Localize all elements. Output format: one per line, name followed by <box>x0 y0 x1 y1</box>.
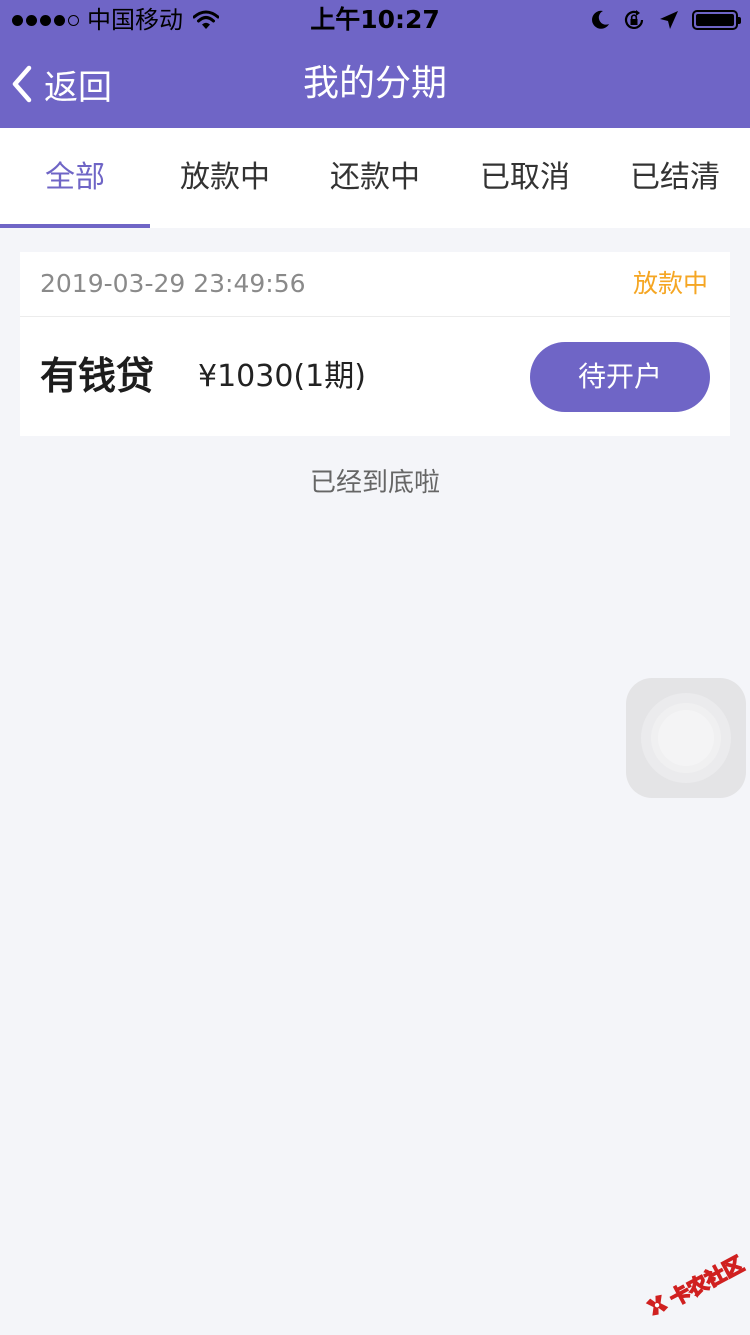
assistive-touch-dot <box>658 710 714 766</box>
location-arrow-icon <box>660 11 678 29</box>
header: 中国移动 上午10:27 返回 我的分期 <box>0 0 750 128</box>
page-title: 我的分期 <box>302 63 447 104</box>
status-right <box>590 6 741 34</box>
end-of-list-text: 已经到底啦 <box>309 468 440 498</box>
navigation-bar: 返回 我的分期 <box>0 40 750 128</box>
tab-settled[interactable]: 已结清 <box>600 128 750 228</box>
battery-fill <box>696 14 734 26</box>
filter-tabs: 全部 放款中 还款中 已取消 已结清 <box>0 128 750 228</box>
watermark: 卡农社区 <box>634 1235 750 1334</box>
assistive-touch-ring <box>651 703 721 773</box>
loan-amount: ¥1030(1期) <box>198 359 366 394</box>
battery-icon <box>692 10 741 30</box>
assistive-touch-ring <box>641 693 731 783</box>
order-card-body: 有钱贷 ¥1030(1期) 待开户 <box>20 317 730 436</box>
open-account-button[interactable]: 待开户 <box>530 342 710 412</box>
tab-cancelled[interactable]: 已取消 <box>450 128 600 228</box>
order-card-header: 2019-03-29 23:49:56 放款中 <box>20 252 730 317</box>
order-date: 2019-03-29 23:49:56 <box>40 269 306 298</box>
watermark-text: 卡农社区 <box>665 1251 748 1311</box>
order-card[interactable]: 2019-03-29 23:49:56 放款中 有钱贷 ¥1030(1期) 待开… <box>20 252 730 436</box>
status-bar: 中国移动 上午10:27 <box>0 0 750 40</box>
tab-repaying[interactable]: 还款中 <box>300 128 450 228</box>
tab-disbursing[interactable]: 放款中 <box>150 128 300 228</box>
order-status-badge: 放款中 <box>632 269 708 298</box>
assistive-touch-button[interactable] <box>626 678 746 798</box>
tab-all[interactable]: 全部 <box>0 128 150 228</box>
rotation-lock-icon <box>624 10 644 29</box>
product-name: 有钱贷 <box>40 354 155 398</box>
moon-icon <box>592 10 609 29</box>
